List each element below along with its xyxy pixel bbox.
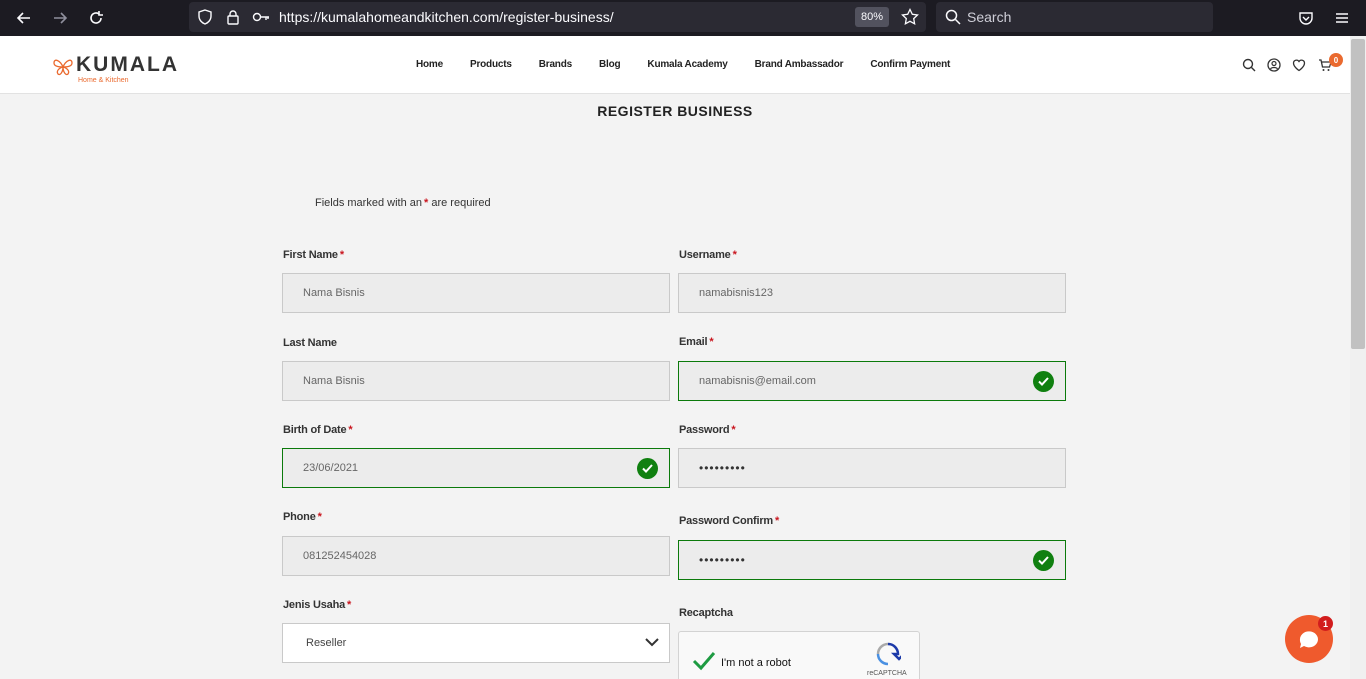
email-value: namabisnis@email.com [699,375,816,387]
password-label: Password * [679,424,736,436]
account-icon[interactable] [1267,58,1281,72]
key-icon[interactable] [249,5,273,29]
nav-brands[interactable]: Brands [539,59,572,73]
birth-date-field[interactable]: 23/06/2021 [282,448,670,488]
last-name-label: Last Name [283,337,337,349]
wishlist-heart-icon[interactable] [1292,58,1306,72]
site-header: KUMALA Home & Kitchen Home Products Bran… [0,36,1350,94]
recaptcha-label: Recaptcha [679,607,733,619]
required-fields-note: Fields marked with an * are required [315,197,491,209]
pocket-icon[interactable] [1294,6,1318,30]
username-value: namabisnis123 [699,287,773,299]
username-label: Username * [679,249,737,261]
nav-confirm-payment[interactable]: Confirm Payment [870,59,950,73]
recaptcha-checkbox-text: I'm not a robot [721,657,791,669]
first-name-label: First Name * [283,249,344,261]
page-title: REGISTER BUSINESS [597,103,753,119]
bookmark-star-icon[interactable] [898,5,922,29]
phone-field[interactable]: 081252454028 [282,536,670,576]
reload-icon[interactable] [84,6,108,30]
site-logo[interactable]: KUMALA Home & Kitchen [52,53,182,85]
username-field[interactable]: namabisnis123 [678,273,1066,313]
nav-kumala-academy[interactable]: Kumala Academy [647,59,727,73]
back-arrow-icon[interactable] [12,6,36,30]
phone-label: Phone * [283,511,322,523]
lock-icon[interactable] [221,5,245,29]
first-name-value: Nama Bisnis [303,287,365,299]
business-type-select[interactable]: Reseller [282,623,670,663]
chat-bubble-icon [1299,631,1318,648]
password-confirm-label: Password Confirm * [679,515,780,527]
business-type-label: Jenis Usaha * [283,599,352,611]
browser-search-box[interactable]: Search [936,2,1213,32]
password-confirm-field[interactable]: ••••••••• [678,540,1066,580]
password-field[interactable]: ••••••••• [678,448,1066,488]
recaptcha-widget[interactable]: I'm not a robot reCAPTCHA [678,631,920,679]
chat-notification-badge: 1 [1318,616,1333,631]
business-type-value: Reseller [306,637,347,649]
nav-brand-ambassador[interactable]: Brand Ambassador [755,59,844,73]
email-field[interactable]: namabisnis@email.com [678,361,1066,401]
menu-icon[interactable] [1330,6,1354,30]
recaptcha-logo-icon [876,642,901,666]
password-confirm-value: ••••••••• [699,553,746,567]
recaptcha-brand: reCAPTCHA [867,670,907,677]
last-name-field[interactable]: Nama Bisnis [282,361,670,401]
search-icon [941,5,965,29]
logo-wordmark: KUMALA [76,53,179,76]
password-value: ••••••••• [699,461,746,475]
forward-arrow-icon[interactable] [48,6,72,30]
valid-check-icon [1033,550,1054,571]
first-name-field[interactable]: Nama Bisnis [282,273,670,313]
butterfly-logo-icon [53,59,73,76]
shield-icon[interactable] [193,5,217,29]
phone-value: 081252454028 [303,550,377,562]
checkmark-icon[interactable] [692,651,716,671]
zoom-level[interactable]: 80% [855,7,889,27]
birth-date-label: Birth of Date * [283,424,353,436]
logo-subtitle: Home & Kitchen [78,77,129,84]
last-name-value: Nama Bisnis [303,375,365,387]
browser-toolbar: https://kumalahomeandkitchen.com/registe… [0,0,1366,36]
birth-date-value: 23/06/2021 [303,462,359,474]
email-label: Email * [679,336,714,348]
nav-blog[interactable]: Blog [599,59,621,73]
url-text[interactable]: https://kumalahomeandkitchen.com/registe… [279,9,614,25]
page-scrollbar-thumb[interactable] [1351,39,1365,349]
required-asterisk: * [424,197,429,209]
search-icon[interactable] [1242,58,1256,72]
chevron-down-icon [645,638,659,647]
main-nav: Home Products Brands Blog Kumala Academy… [416,59,950,73]
valid-check-icon [637,458,658,479]
cart-count-badge: 0 [1329,53,1343,67]
nav-home[interactable]: Home [416,59,443,73]
address-bar[interactable]: https://kumalahomeandkitchen.com/registe… [189,2,926,32]
nav-products[interactable]: Products [470,59,512,73]
valid-check-icon [1033,371,1054,392]
search-placeholder: Search [967,9,1012,25]
